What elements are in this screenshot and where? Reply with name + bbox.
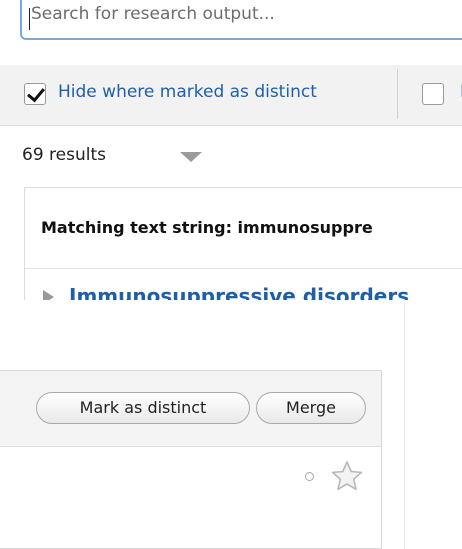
second-filter-checkbox[interactable] xyxy=(422,83,444,105)
results-count: 69 results xyxy=(22,145,106,165)
duplicate-actions-panel: Mark as distinct Merge xyxy=(0,300,405,549)
text-cursor xyxy=(29,8,30,30)
triangle-right-icon[interactable] xyxy=(43,290,54,300)
merge-button[interactable]: Merge xyxy=(256,392,366,424)
result-item-link[interactable]: Immunosuppressive disorders xyxy=(69,284,409,300)
filter-bar: Hide where marked as distinct I xyxy=(0,65,462,126)
card-header: Mark as distinct Merge xyxy=(0,371,381,447)
background-strip xyxy=(405,300,462,549)
duplicate-card: Mark as distinct Merge xyxy=(0,370,382,549)
group-divider xyxy=(25,268,462,269)
matching-group-card: Matching text string: immunosuppre Immun… xyxy=(24,187,462,300)
star-icon[interactable] xyxy=(331,460,363,492)
hide-distinct-label[interactable]: Hide where marked as distinct xyxy=(58,82,317,102)
circle-icon xyxy=(305,472,314,481)
search-box[interactable] xyxy=(20,0,462,40)
chevron-down-icon[interactable] xyxy=(180,152,202,162)
search-input[interactable] xyxy=(31,4,451,24)
mark-as-distinct-button[interactable]: Mark as distinct xyxy=(36,392,250,424)
hide-distinct-checkbox[interactable] xyxy=(24,83,46,105)
checkmark-icon xyxy=(27,83,45,103)
search-results-panel: Hide where marked as distinct I 69 resul… xyxy=(0,0,462,300)
filter-separator xyxy=(397,69,398,119)
group-title: Matching text string: immunosuppre xyxy=(41,218,373,237)
